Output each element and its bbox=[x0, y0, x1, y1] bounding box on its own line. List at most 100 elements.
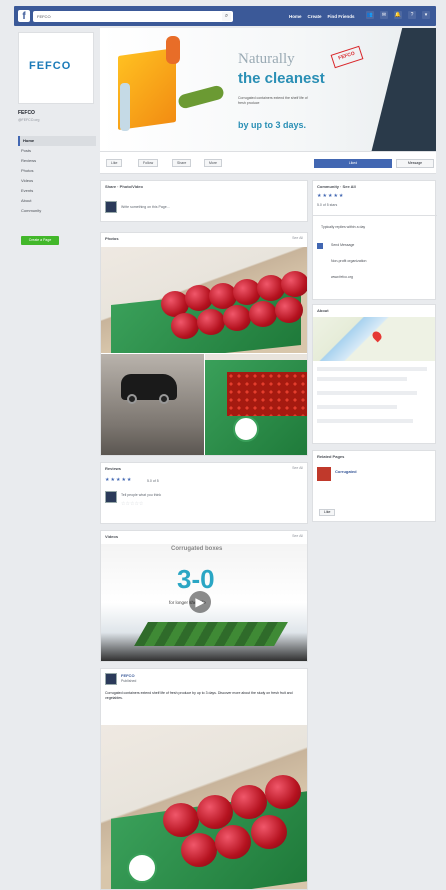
post-author[interactable]: FEFCO bbox=[121, 673, 135, 678]
friend-requests-icon[interactable]: 👥 bbox=[366, 11, 374, 19]
text-line bbox=[317, 367, 427, 371]
photos-see-all[interactable]: See All bbox=[292, 236, 303, 240]
video-player[interactable]: Corrugated boxes 3-0 for longer shelf li… bbox=[101, 544, 307, 661]
account-menu-icon[interactable]: ▾ bbox=[422, 11, 430, 19]
search-icon[interactable]: ⌕ bbox=[222, 12, 231, 21]
person-illustration bbox=[120, 83, 130, 131]
play-icon[interactable]: ▶ bbox=[189, 591, 211, 613]
left-nav-reviews[interactable]: Reviews bbox=[18, 156, 96, 166]
empty-stars[interactable]: ☆☆☆☆☆ bbox=[121, 501, 143, 507]
page-title[interactable]: FEFCO bbox=[18, 110, 35, 116]
related-like-button[interactable]: Like bbox=[319, 509, 336, 516]
text-line bbox=[317, 419, 413, 423]
left-nav-videos[interactable]: Videos bbox=[18, 176, 96, 186]
post-composer: Share · Photo/Video Write something on t… bbox=[100, 180, 308, 222]
related-header[interactable]: Related Pages bbox=[313, 451, 435, 462]
message-button[interactable]: Message bbox=[396, 159, 434, 168]
avatar bbox=[105, 201, 117, 213]
cfa-badge-icon bbox=[233, 416, 259, 442]
rating-text: 5.0 of 5 stars bbox=[317, 203, 338, 207]
review-prompt[interactable]: Tell people what you think bbox=[121, 493, 161, 497]
photo-tomatoes[interactable] bbox=[205, 354, 307, 455]
like-button[interactable]: Like bbox=[106, 159, 123, 167]
create-page-button[interactable]: Create a Page bbox=[21, 236, 59, 245]
apple bbox=[249, 301, 277, 327]
photos-header[interactable]: Photos bbox=[101, 233, 307, 244]
logo-text: FEFCO bbox=[29, 60, 72, 72]
top-icons: 👥 ✉ 🔔 ? ▾ bbox=[366, 11, 430, 19]
more-button[interactable]: More bbox=[204, 159, 222, 167]
divider bbox=[313, 215, 437, 216]
videos-see-all[interactable]: See All bbox=[292, 534, 303, 538]
apple bbox=[275, 297, 303, 323]
community-header[interactable]: Community · See All bbox=[313, 181, 435, 192]
photo-car[interactable] bbox=[101, 354, 204, 455]
apple bbox=[265, 775, 301, 809]
notifications-icon[interactable]: 🔔 bbox=[394, 11, 402, 19]
page-profile-picture[interactable]: FEFCO bbox=[18, 32, 94, 104]
nav-create[interactable]: Create bbox=[308, 14, 322, 19]
apple bbox=[163, 803, 199, 837]
apple bbox=[181, 833, 217, 867]
avatar[interactable] bbox=[105, 673, 117, 685]
left-nav-community[interactable]: Community bbox=[18, 206, 96, 216]
related-page-thumbnail[interactable] bbox=[317, 467, 331, 481]
about-item[interactable]: Send Message bbox=[327, 241, 358, 250]
post-date[interactable]: Published bbox=[121, 679, 136, 683]
nav-find-friends[interactable]: Find Friends bbox=[328, 14, 355, 19]
text-line bbox=[317, 391, 417, 395]
apple bbox=[197, 309, 225, 335]
video-score: 3-0 bbox=[177, 564, 215, 594]
left-nav-events[interactable]: Events bbox=[18, 186, 96, 196]
liked-button[interactable]: Liked bbox=[314, 159, 392, 168]
rating-stars: ★★★★★ bbox=[105, 477, 133, 483]
share-button[interactable]: Share bbox=[172, 159, 192, 167]
cucumbers bbox=[134, 622, 288, 646]
apple bbox=[171, 313, 199, 339]
left-nav-home[interactable]: Home bbox=[18, 136, 96, 146]
page-handle[interactable]: @FEFCO.org bbox=[18, 118, 39, 122]
about-item[interactable]: www.fefco.org bbox=[327, 273, 357, 282]
facebook-logo-icon[interactable]: f bbox=[18, 10, 30, 22]
text-line bbox=[317, 405, 397, 409]
about-header[interactable]: About bbox=[313, 305, 435, 316]
photos-card: Photos See All bbox=[100, 232, 308, 456]
video-title: Corrugated boxes bbox=[171, 546, 223, 552]
left-column: FEFCO FEFCO @FEFCO.org Home Posts Review… bbox=[14, 28, 98, 890]
follow-button[interactable]: Follow bbox=[138, 159, 159, 167]
related-pages-card: Related Pages Corrugated Like bbox=[312, 450, 436, 522]
apple bbox=[231, 785, 267, 819]
rating-stars: ★★★★★ bbox=[317, 193, 345, 199]
message-icon bbox=[317, 243, 323, 249]
related-page-name[interactable]: Corrugated bbox=[335, 469, 357, 474]
map[interactable] bbox=[313, 317, 435, 361]
reviews-see-all[interactable]: See All bbox=[292, 466, 303, 470]
reviews-card: Reviews See All ★★★★★ 5.0 of 5 Tell peop… bbox=[100, 462, 308, 524]
reviews-header[interactable]: Reviews bbox=[101, 463, 307, 474]
about-card: About bbox=[312, 304, 436, 444]
person-illustration-2 bbox=[166, 36, 180, 64]
about-item: Typically replies within a day bbox=[321, 225, 366, 229]
left-nav-photos[interactable]: Photos bbox=[18, 166, 96, 176]
cover-highlight: by up to 3 days. bbox=[238, 120, 307, 130]
search-input[interactable]: FEFCO ⌕ bbox=[33, 11, 233, 22]
cover-headline-2: the cleanest bbox=[238, 70, 325, 87]
help-icon[interactable]: ? bbox=[408, 11, 416, 19]
left-nav-about[interactable]: About bbox=[18, 196, 96, 206]
cover-headline-1: Naturally bbox=[238, 51, 295, 67]
cover-photo[interactable]: Naturally FEFCO the cleanest Corrugated … bbox=[100, 28, 436, 152]
text-line bbox=[317, 377, 407, 381]
cover-paragraph: Corrugated containers extend the shelf l… bbox=[238, 96, 308, 105]
cfa-badge-icon bbox=[127, 853, 157, 883]
composer-input[interactable]: Write something on this Page... bbox=[121, 205, 170, 209]
composer-header[interactable]: Share · Photo/Video bbox=[101, 181, 307, 192]
nav-home[interactable]: Home bbox=[289, 14, 302, 19]
post-image[interactable] bbox=[101, 725, 307, 889]
page-frame: f FEFCO ⌕ Home Create Find Friends 👥 ✉ 🔔… bbox=[0, 0, 446, 890]
videos-header[interactable]: Videos bbox=[101, 531, 307, 542]
top-navbar: f FEFCO ⌕ Home Create Find Friends 👥 ✉ 🔔… bbox=[14, 6, 436, 26]
photo-apples-large[interactable] bbox=[101, 247, 307, 353]
messages-icon[interactable]: ✉ bbox=[380, 11, 388, 19]
wheel bbox=[127, 394, 137, 404]
left-nav-posts[interactable]: Posts bbox=[18, 146, 96, 156]
